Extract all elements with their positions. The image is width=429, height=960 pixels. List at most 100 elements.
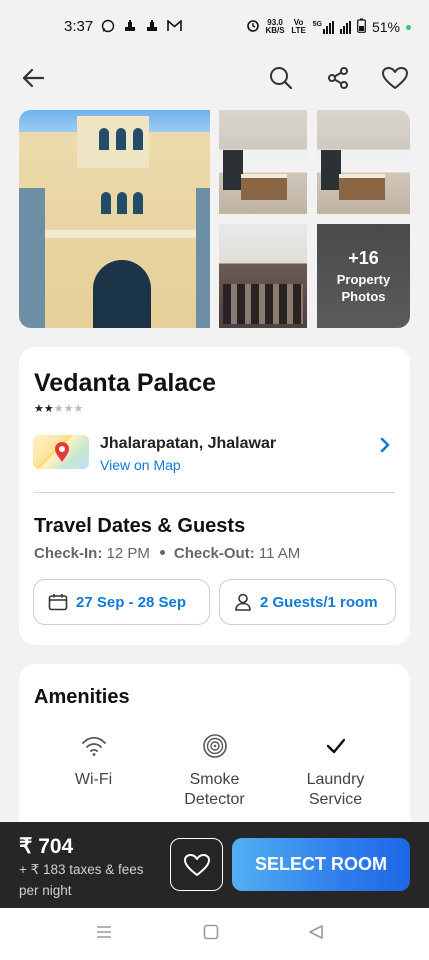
more-photos-button[interactable]: +16 Property Photos <box>317 224 410 328</box>
privacy-indicator <box>406 24 411 30</box>
amenity-label: Service <box>308 791 363 808</box>
system-back-button[interactable] <box>308 924 324 945</box>
photo-detail <box>117 192 127 214</box>
amenity-label: Laundry <box>306 771 365 788</box>
photo-detail <box>196 188 210 328</box>
user-icon <box>235 593 251 611</box>
system-navigation-bar <box>0 908 429 960</box>
check-icon <box>326 738 345 754</box>
share-icon <box>328 67 348 89</box>
photo-detail <box>223 150 243 190</box>
selected-dates: 27 Sep - 28 Sep <box>76 593 187 611</box>
speed-unit: KB/S <box>265 26 285 35</box>
search-button[interactable] <box>263 60 299 96</box>
map-pin-icon <box>55 442 69 462</box>
photo-detail <box>339 174 385 200</box>
chevron-right-icon <box>380 437 390 453</box>
home-button[interactable] <box>203 924 219 945</box>
back-button[interactable] <box>15 60 51 96</box>
photo-gallery: +16 Property Photos <box>19 110 410 328</box>
travel-section-title: Travel Dates & Guests <box>34 515 246 537</box>
signal-5g-icon: 5G <box>312 20 334 34</box>
amenities-card: Amenities Wi-Fi Smoke Detector Laundry S… <box>19 664 410 824</box>
location-chevron-button[interactable] <box>380 437 390 458</box>
amenity-item: Laundry Service <box>275 732 396 810</box>
battery-icon <box>357 18 366 36</box>
heart-icon <box>382 67 408 89</box>
square-icon <box>203 924 219 940</box>
room-price: ₹ 704 <box>19 835 74 858</box>
hotel-photo-thumbnail[interactable] <box>219 224 307 328</box>
photo-detail <box>241 174 287 200</box>
bottom-favorite-button[interactable] <box>170 838 223 891</box>
heart-icon <box>183 853 210 876</box>
amenity-item: Wi-Fi <box>33 732 154 810</box>
wifi-icon <box>81 736 106 756</box>
photo-detail <box>39 230 199 238</box>
signal-icon <box>339 20 351 34</box>
booking-bar: ₹ 704 + ₹ 183 taxes & fees per night SEL… <box>0 822 429 908</box>
battery-level: 51% <box>371 19 400 35</box>
amenity-label: Smoke <box>189 771 240 788</box>
checkout-time: 11 AM <box>258 545 301 562</box>
app-notification-icon <box>145 19 159 35</box>
photo-detail <box>19 188 45 328</box>
hotel-name: Vedanta Palace <box>34 369 217 397</box>
guests-selector[interactable]: 2 Guests/1 room <box>219 579 396 625</box>
calendar-icon <box>48 594 68 611</box>
photo-detail <box>223 284 303 324</box>
photo-detail <box>116 128 126 150</box>
photo-detail <box>133 192 143 214</box>
selected-guests: 2 Guests/1 room <box>260 593 378 611</box>
share-button[interactable] <box>320 60 356 96</box>
hotel-location: Jhalarapatan, Jhalawar <box>100 435 277 452</box>
star-filled-icon: ★ <box>34 403 44 415</box>
status-bar: 3:37 93.0 KB/S Vo LTE 5G 51% <box>0 0 429 54</box>
network-type: 5G <box>312 20 322 28</box>
hotel-main-photo[interactable] <box>19 110 210 328</box>
more-photos-label: Property <box>336 271 391 287</box>
dates-selector[interactable]: 27 Sep - 28 Sep <box>33 579 210 625</box>
amenities-title: Amenities <box>34 686 130 708</box>
star-rating: ★★★★★ <box>34 402 83 415</box>
photo-detail <box>101 192 111 214</box>
gmail-icon <box>167 18 183 34</box>
star-empty-icon: ★ <box>63 403 74 415</box>
taxes-and-fees: + ₹ 183 taxes & fees <box>19 862 144 877</box>
photo-detail <box>321 150 341 190</box>
checkout-label: Check-Out: <box>173 545 255 562</box>
network-speed: 93.0 KB/S <box>266 19 285 35</box>
more-photos-label: Photos <box>341 288 386 304</box>
amenity-item: Smoke Detector <box>154 732 275 810</box>
whatsapp-icon <box>101 19 115 35</box>
top-nav <box>0 60 429 96</box>
select-room-button[interactable]: SELECT ROOM <box>232 838 410 891</box>
hotel-photo-thumbnail[interactable] <box>219 110 307 214</box>
arrow-left-icon <box>22 68 44 88</box>
photo-detail <box>99 128 109 150</box>
photo-detail <box>93 260 151 328</box>
view-on-map-link[interactable]: View on Map <box>100 457 181 473</box>
separator-dot <box>159 550 165 556</box>
status-right: 93.0 KB/S Vo LTE 5G 51% <box>246 18 411 36</box>
status-time: 3:37 <box>64 18 94 35</box>
map-thumbnail[interactable] <box>33 435 89 469</box>
smoke-detector-icon <box>202 734 227 758</box>
volte-indicator: Vo LTE <box>291 18 306 35</box>
photo-detail <box>133 128 143 150</box>
divider <box>34 492 395 493</box>
per-night-label: per night <box>19 883 72 898</box>
recent-apps-button[interactable] <box>96 924 112 945</box>
favorite-button[interactable] <box>377 60 413 96</box>
triangle-back-icon <box>309 925 323 939</box>
amenity-label: Wi-Fi <box>74 771 113 788</box>
search-icon <box>270 67 293 90</box>
more-photos-count: +16 <box>348 247 379 268</box>
alarm-icon <box>246 19 260 36</box>
checkin-label: Check-In: <box>34 545 103 562</box>
amenities-list: Wi-Fi Smoke Detector Laundry Service <box>19 732 410 810</box>
amenity-label: Detector <box>184 791 245 808</box>
checkin-time: 12 PM <box>106 545 150 562</box>
star-empty-icon: ★ <box>53 403 64 415</box>
hotel-photo-thumbnail[interactable] <box>317 110 410 214</box>
